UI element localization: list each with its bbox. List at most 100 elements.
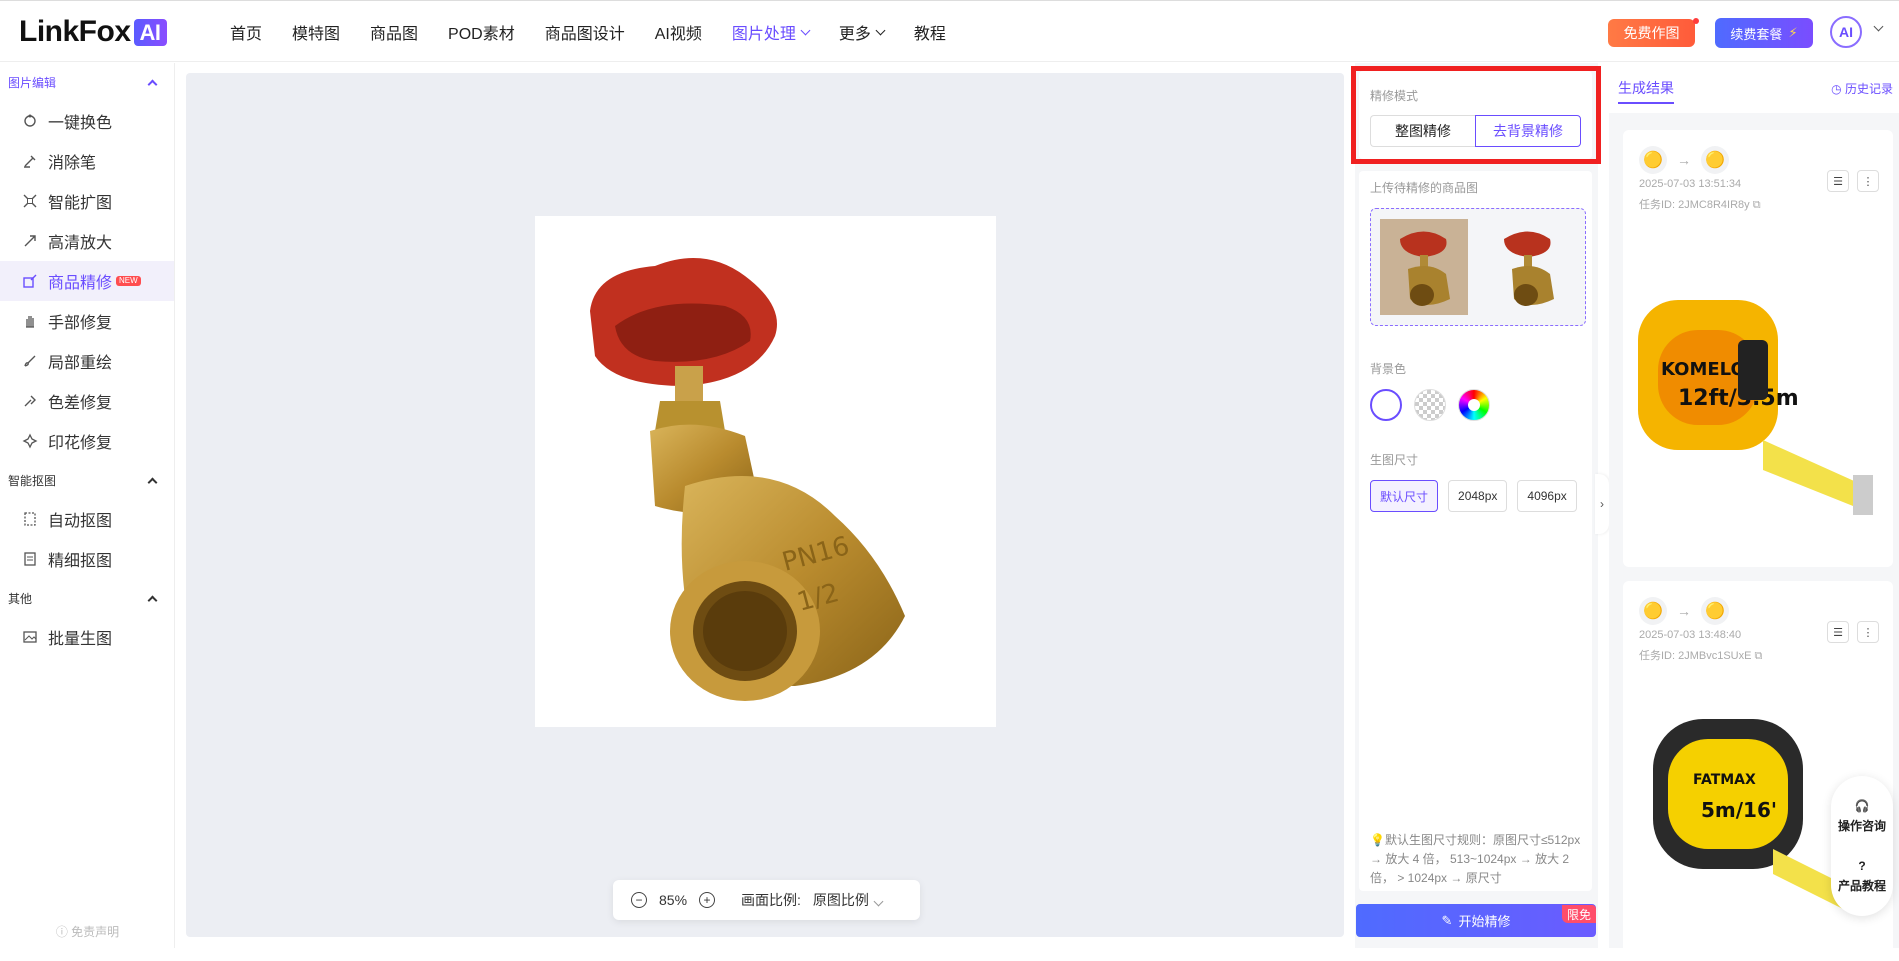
sidebar-item-recolor[interactable]: 一键换色 (0, 101, 174, 141)
chevron-down-icon[interactable] (1873, 21, 1884, 32)
mode-tabs: 整图精修 去背景精修 (1370, 115, 1581, 147)
auto-cutout-icon (22, 511, 38, 527)
bg-white-option[interactable] (1370, 389, 1402, 421)
nav-design[interactable]: 商品图设计 (545, 20, 625, 44)
consult-button[interactable]: 🎧 操作咨询 (1838, 799, 1886, 834)
hand-icon (22, 313, 38, 329)
sidebar-item-auto-cutout[interactable]: 自动抠图 (0, 499, 174, 539)
sidebar-item-batch[interactable]: 批量生图 (0, 617, 174, 657)
bg-color-label: 背景色 (1370, 362, 1407, 376)
valve-illustration: PN16 1/2 (590, 258, 905, 701)
logo-text: LinkFox (19, 15, 131, 48)
more-options-icon[interactable]: ⋮ (1857, 621, 1879, 643)
settings-sliders-icon[interactable]: ☰ (1827, 621, 1849, 643)
result-card: 🟡 → 🟡 2025-07-03 13:51:34 任务ID: 2JMC8R4I… (1623, 130, 1893, 567)
nav-image-processing[interactable]: 图片处理 (732, 20, 811, 44)
sidebar-section-other[interactable]: 其他 (0, 579, 174, 617)
arrow-right-icon: → (1677, 152, 1691, 168)
product-image: PN16 1/2 (535, 216, 996, 727)
logo-ai-badge: AI (133, 18, 167, 46)
sidebar-item-print-fix[interactable]: 印花修复 (0, 421, 174, 461)
copy-icon[interactable]: ⧉ (1755, 650, 1763, 662)
collapse-panel-button[interactable]: › (1595, 474, 1609, 534)
svg-text:5m/16': 5m/16' (1701, 798, 1777, 822)
sidebar-section-image-edit[interactable]: 图片编辑 (0, 63, 174, 101)
history-icon: ◷ (1831, 81, 1845, 96)
size-2048[interactable]: 2048px (1448, 480, 1508, 512)
eraser-icon (22, 153, 38, 169)
tab-results[interactable]: 生成结果 (1618, 78, 1674, 104)
sidebar-item-eraser[interactable]: 消除笔 (0, 141, 174, 181)
bg-transparent-option[interactable] (1414, 389, 1446, 421)
results-header: 生成结果 ◷ 历史记录 (1609, 63, 1899, 113)
zoom-out-button[interactable]: − (631, 892, 647, 908)
lightning-icon: ⚡ (1788, 25, 1798, 40)
chevron-down-icon (875, 25, 886, 35)
size-label: 生图尺寸 (1370, 453, 1419, 467)
batch-icon (22, 629, 38, 645)
more-options-icon[interactable]: ⋮ (1857, 170, 1879, 192)
result-task-id: 任务ID: 2JMC8R4IR8y ⧉ (1639, 199, 1761, 211)
chevron-up-icon (147, 79, 158, 89)
avatar[interactable]: AI (1830, 16, 1862, 48)
wand-icon: ✎ (1441, 912, 1453, 928)
size-default[interactable]: 默认尺寸 (1370, 480, 1439, 512)
recolor-icon (22, 113, 38, 129)
renew-button[interactable]: 续费套餐 ⚡ (1715, 18, 1813, 48)
nav-product[interactable]: 商品图 (370, 20, 418, 44)
sidebar-item-inpaint[interactable]: 局部重绘 (0, 341, 174, 381)
sidebar-item-retouch[interactable]: 商品精修 NEW (0, 261, 174, 301)
disclaimer-link[interactable]: ⓘ 免责声明 (0, 923, 175, 940)
sidebar-item-hand-fix[interactable]: 手部修复 (0, 301, 174, 341)
control-panel: 精修模式 整图精修 去背景精修 上传待精修的商品图 背景色 生图尺寸 默认尺寸 … (1355, 63, 1598, 948)
result-thumb-icon: 🟡 (1701, 146, 1729, 174)
top-bar: LinkFox AI 首页 模特图 商品图 POD素材 商品图设计 AI视频 图… (0, 0, 1899, 62)
arrow-right-icon: → (1677, 603, 1691, 619)
print-fix-icon (22, 433, 38, 449)
main-nav: 首页 模特图 商品图 POD素材 商品图设计 AI视频 图片处理 更多 教程 (230, 1, 976, 63)
ratio-label: 画面比例: (741, 892, 801, 908)
zoom-level: 85% (659, 892, 688, 908)
chevron-down-icon (800, 25, 811, 35)
copy-icon[interactable]: ⧉ (1753, 199, 1761, 211)
limited-free-tag: 限免 (1562, 905, 1596, 923)
retouch-icon (22, 273, 38, 289)
mode-full-image[interactable]: 整图精修 (1370, 115, 1475, 147)
zoom-in-button[interactable]: + (699, 892, 716, 908)
processed-thumbnail[interactable] (1484, 219, 1572, 315)
original-thumbnail[interactable] (1380, 219, 1468, 315)
sidebar-item-color-fix[interactable]: 色差修复 (0, 381, 174, 421)
size-4096[interactable]: 4096px (1517, 480, 1577, 512)
mode-card: 精修模式 整图精修 去背景精修 (1359, 71, 1592, 159)
mode-remove-bg[interactable]: 去背景精修 (1475, 115, 1581, 147)
result-image[interactable]: KOMELON 12ft/3.5m (1623, 270, 1893, 540)
sidebar-item-expand[interactable]: 智能扩图 (0, 181, 174, 221)
nav-home[interactable]: 首页 (230, 20, 262, 44)
settings-sliders-icon[interactable]: ☰ (1827, 170, 1849, 192)
free-draw-button[interactable]: 免费作图 (1608, 19, 1695, 47)
chevron-up-icon (147, 595, 158, 605)
start-retouch-button[interactable]: ✎ 开始精修 (1356, 904, 1596, 937)
nav-tutorial[interactable]: 教程 (914, 20, 946, 44)
chevron-up-icon (147, 477, 158, 487)
nav-model[interactable]: 模特图 (292, 20, 340, 44)
upscale-icon (22, 233, 38, 249)
upload-label: 上传待精修的商品图 (1370, 181, 1479, 195)
fine-cutout-icon (22, 551, 38, 567)
color-fix-icon (22, 393, 38, 409)
sidebar-item-fine-cutout[interactable]: 精细抠图 (0, 539, 174, 579)
upload-area[interactable] (1370, 208, 1586, 326)
bg-custom-color-option[interactable] (1458, 389, 1490, 421)
nav-video[interactable]: AI视频 (655, 20, 702, 44)
logo[interactable]: LinkFox AI (19, 15, 167, 49)
nav-more[interactable]: 更多 (839, 20, 886, 44)
history-link[interactable]: ◷ 历史记录 (1831, 80, 1893, 97)
sidebar-section-cutout[interactable]: 智能抠图 (0, 461, 174, 499)
nav-pod[interactable]: POD素材 (448, 20, 515, 44)
tutorial-button[interactable]: ? 产品教程 (1838, 859, 1886, 894)
new-badge: NEW (116, 276, 141, 286)
floating-help: 🎧 操作咨询 ? 产品教程 (1831, 776, 1893, 916)
size-options: 默认尺寸 2048px 4096px (1370, 480, 1581, 512)
ratio-select[interactable]: 原图比例 (813, 890, 884, 910)
sidebar-item-upscale[interactable]: 高清放大 (0, 221, 174, 261)
